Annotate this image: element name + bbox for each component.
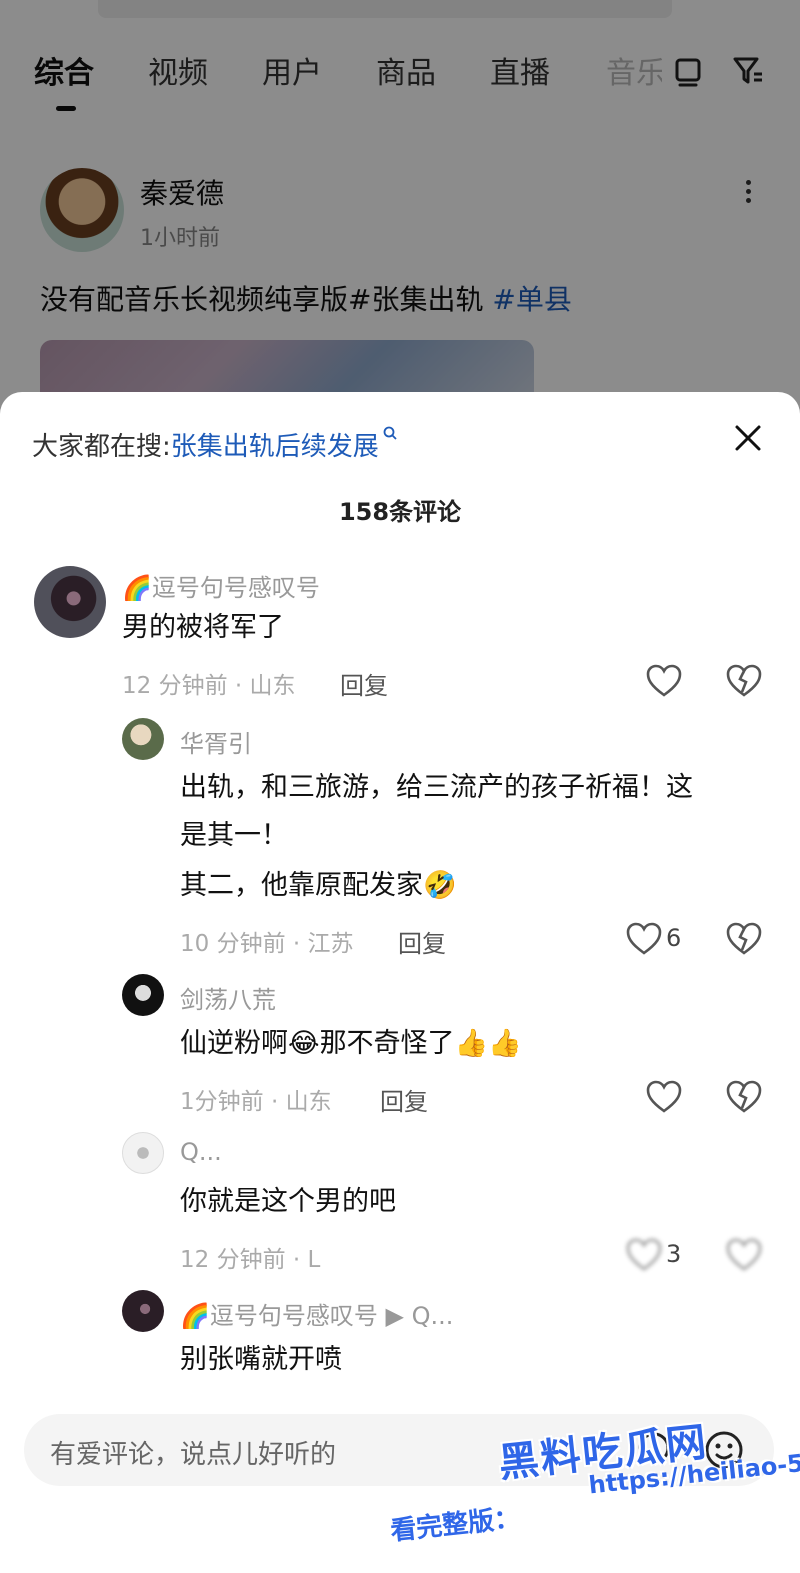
rainbow-icon: 🌈 [180, 1302, 210, 1330]
like-count: 3 [666, 1240, 682, 1268]
avatar[interactable] [122, 718, 164, 760]
comment-input-placeholder: 有爱评论，说点儿好听的 [50, 1440, 337, 1470]
comment-time-location: 1分钟前 · 山东 [180, 1089, 332, 1115]
comment-text: 别张嘴就开喷 [180, 1344, 342, 1375]
avatar[interactable] [122, 1290, 164, 1332]
dislike-icon[interactable] [726, 664, 762, 698]
comment-username[interactable]: 剑荡八荒 [180, 980, 276, 1015]
avatar[interactable] [34, 566, 106, 638]
reply-button[interactable]: 回复 [380, 1082, 428, 1117]
like-count: 6 [666, 924, 682, 952]
trending-search[interactable]: 大家都在搜:张集出轨后续发展 [32, 426, 399, 463]
like-icon[interactable] [646, 1080, 682, 1114]
laughing-emoji-icon: 🤣 [423, 870, 457, 901]
comment-count: 158条评论 [338, 498, 462, 526]
close-icon[interactable] [728, 418, 768, 458]
thumbs-up-icon: 👍👍 [454, 1028, 522, 1059]
trending-search-label: 大家都在搜: [32, 432, 171, 462]
like-icon[interactable] [626, 922, 662, 956]
trending-search-query[interactable]: 张集出轨后续发展 [171, 432, 379, 462]
dislike-icon[interactable] [726, 1238, 762, 1272]
reply-button[interactable]: 回复 [340, 666, 388, 701]
comment-time-location: 10 分钟前 · 江苏 [180, 931, 354, 957]
comment-text-line: 出轨，和三旅游，给三流产的孩子祈福！这 [180, 772, 693, 803]
reply-button[interactable]: 回复 [398, 924, 446, 959]
comment-text: 男的被将军了 [122, 612, 284, 643]
search-icon [383, 426, 397, 440]
laughing-crying-emoji-icon: 😂 [288, 1028, 320, 1059]
comment-username[interactable]: 华胥引 [180, 724, 252, 759]
dislike-icon[interactable] [726, 922, 762, 956]
comment-username[interactable]: 🌈逗号句号感叹号 [122, 568, 320, 603]
like-icon[interactable] [626, 1238, 662, 1272]
comment-time-location: 12 分钟前 · L [180, 1247, 321, 1273]
comment-text-line: 是其一！ [180, 820, 288, 851]
comment-sheet: 大家都在搜:张集出轨后续发展 158条评论 🌈逗号句号感叹号 男的被将军了 12… [0, 392, 800, 1573]
comment-text: 仙逆粉啊😂那不奇怪了👍👍 [180, 1028, 522, 1059]
comment-username[interactable]: Q... [180, 1138, 222, 1166]
comment-text-line: 其二，他靠原配发家🤣 [180, 870, 457, 901]
dislike-icon[interactable] [726, 1080, 762, 1114]
comment-text: 你就是这个男的吧 [180, 1186, 396, 1217]
comment-time-location: 12 分钟前 · 山东 [122, 673, 296, 699]
comment-username[interactable]: 🌈逗号句号感叹号 ▶ Q... [180, 1296, 453, 1331]
avatar[interactable] [122, 1132, 164, 1174]
background-page: 综合 视频 用户 商品 直播 音乐 秦爱德 1小时前 没有配音乐长视频纯享版#张… [0, 0, 800, 420]
avatar[interactable] [122, 974, 164, 1016]
rainbow-icon: 🌈 [122, 574, 152, 602]
like-icon[interactable] [646, 664, 682, 698]
modal-overlay[interactable] [0, 0, 800, 420]
